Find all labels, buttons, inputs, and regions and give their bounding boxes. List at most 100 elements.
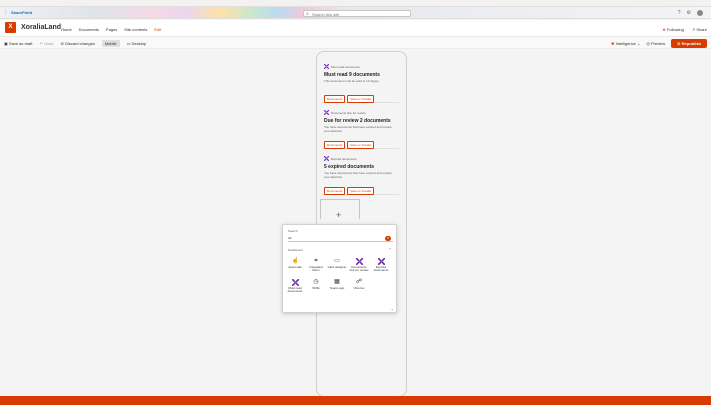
collapse-section-icon[interactable]: ⌃ [389, 247, 392, 252]
xoralia-logo-icon [355, 258, 363, 265]
card-kicker-text: Documents due for review [331, 110, 366, 115]
intelligence-label: Intelligence [615, 41, 636, 46]
card-kicker: Must read documents [324, 64, 360, 69]
search-input[interactable] [312, 11, 408, 17]
card-buttons: Documents View on Xoralia [324, 95, 374, 103]
view-on-xoralia-button[interactable]: View on Xoralia [347, 187, 374, 195]
command-bar-left: ▣ Save as draft ↶ Undo ⊘ Discard changes… [4, 40, 146, 47]
search-icon: ⌕ [306, 11, 309, 17]
tile-label: Expired documents [373, 265, 389, 272]
xoralia-logo-icon [324, 110, 329, 115]
preview-button[interactable]: ◎ Preview [646, 41, 665, 46]
command-bar-right: ✱ Intelligence ⌄ ◎ Preview ⊙ Republish [611, 39, 707, 48]
toolbox-search-field[interactable]: All ✕ [288, 236, 393, 242]
tile-viva-go[interactable]: ☍ Viva Go [349, 277, 369, 297]
view-on-xoralia-button[interactable]: View on Xoralia [347, 95, 374, 103]
app-launcher-icon[interactable]: ⋮ [3, 10, 8, 15]
search-box[interactable]: ⌕ [303, 10, 411, 17]
undo-label: Undo [43, 41, 54, 46]
site-header: X XoraliaLand Home Documents Pages Site … [0, 20, 711, 37]
following-label: Following [666, 27, 684, 32]
card-kicker: Documents due for review [324, 110, 366, 115]
preview-icon: ◎ [646, 41, 650, 46]
view-on-xoralia-button[interactable]: View on Xoralia [347, 141, 374, 149]
discard-changes-button[interactable]: ⊘ Discard changes [61, 41, 95, 46]
toolbox-search-value: All [288, 236, 292, 240]
save-draft-button[interactable]: ▣ Save as draft [4, 41, 32, 46]
republish-button[interactable]: ⊙ Republish [671, 39, 707, 48]
save-draft-label: Save as draft [8, 41, 33, 46]
desktop-icon: ▭ [126, 41, 131, 46]
clear-search-icon[interactable]: ✕ [385, 236, 391, 241]
dashboard-card-must-read[interactable]: Must read documents Must read 9 document… [322, 58, 399, 103]
tile-shifts[interactable]: ◷ Shifts [306, 277, 326, 297]
dashboard-card-expired[interactable]: Expired documents 5 expired documents Yo… [322, 150, 399, 195]
undo-icon: ↶ [39, 41, 43, 46]
dashboard-card-due-review[interactable]: Documents due for review Due for review … [322, 104, 399, 149]
card-description: You have documents that have expired and… [324, 171, 392, 179]
republish-icon: ⊙ [677, 41, 681, 46]
tile-card-designer[interactable]: ▭ Card designer [327, 256, 347, 276]
star-icon: ★ [662, 27, 666, 32]
tile-label: Shifts [312, 286, 320, 290]
card-description: This document must be read in 10 day(s) [324, 79, 379, 83]
tile-must-read-documents[interactable]: Must read documents [285, 277, 305, 297]
nav-pages[interactable]: Pages [106, 27, 117, 32]
tile-expired-documents[interactable]: Expired documents [371, 256, 391, 276]
tile-teams-app[interactable]: ▦ Teams app [327, 277, 347, 297]
add-webpart-plus-icon[interactable]: + [336, 211, 341, 220]
documents-button[interactable]: Documents [324, 95, 346, 103]
discard-icon: ⊘ [60, 41, 64, 46]
suite-bar: ⋮ SharePoint ⌕ ? ⚙ [0, 7, 711, 19]
mobile-view-button[interactable]: Mobile [101, 40, 120, 47]
card-designer-icon: ▭ [334, 258, 340, 264]
help-icon[interactable]: ? [678, 10, 681, 16]
desktop-label: Desktop [131, 41, 147, 46]
tile-label: Viva Go [353, 286, 365, 290]
settings-icon[interactable]: ⚙ [687, 10, 691, 16]
share-button[interactable]: ↗ Share [692, 27, 707, 32]
xoralia-logo-icon [377, 258, 385, 265]
tile-documents-due-for-review[interactable]: Documents due for review [349, 256, 369, 276]
card-kicker-text: Must read documents [331, 64, 360, 69]
republish-label: Republish [681, 41, 701, 46]
nav-edit[interactable]: Edit [154, 27, 161, 32]
tile-label: Integrated Items [309, 265, 323, 272]
preview-label: Preview [650, 41, 666, 46]
scroll-down-icon[interactable]: ⌄ [391, 306, 394, 311]
share-icon: ↗ [691, 27, 696, 32]
tile-label: Must read documents [287, 286, 303, 293]
nav-home[interactable]: Home [61, 27, 72, 32]
tile-label: Documents due for review [349, 265, 369, 272]
card-buttons: Documents View on Xoralia [324, 141, 374, 149]
suite-app-name[interactable]: SharePoint [11, 10, 32, 15]
site-logo[interactable]: X [5, 22, 16, 33]
card-kicker: Expired documents [324, 156, 357, 161]
avatar[interactable] [697, 10, 703, 16]
card-title: Due for review 2 documents [324, 118, 391, 124]
undo-button[interactable]: ↶ Undo [39, 41, 53, 46]
integrated-items-icon: ⌗ [314, 258, 318, 264]
xoralia-logo-icon [291, 279, 299, 286]
card-title: 5 expired documents [324, 164, 375, 170]
site-name[interactable]: XoraliaLand [21, 24, 61, 31]
following-button[interactable]: ★ Following [662, 27, 684, 32]
viva-go-icon: ☍ [355, 279, 363, 285]
nav-documents[interactable]: Documents [79, 27, 99, 32]
tile-approvals[interactable]: ☝ Approvals [285, 256, 305, 276]
intelligence-icon: ✱ [611, 41, 615, 46]
nav-site-contents[interactable]: Site contents [124, 27, 147, 32]
approvals-icon: ☝ [291, 258, 299, 264]
tile-label: Approvals [288, 265, 302, 269]
documents-button[interactable]: Documents [324, 141, 346, 149]
discard-label: Discard changes [65, 41, 95, 46]
tile-label: Card designer [327, 265, 347, 269]
webpart-toolbox: Search All ✕ Dashboard ⌃ ☝ Approvals ⌗ I… [282, 224, 397, 313]
intelligence-button[interactable]: ✱ Intelligence ⌄ [611, 41, 640, 46]
desktop-view-button[interactable]: ▭ Desktop [127, 41, 147, 46]
save-icon: ▣ [4, 41, 8, 46]
tile-integrated-items[interactable]: ⌗ Integrated Items [306, 256, 326, 276]
documents-button[interactable]: Documents [324, 187, 346, 195]
toolbox-search-label: Search [288, 229, 298, 233]
site-navigation: Home Documents Pages Site contents Edit [61, 27, 161, 32]
